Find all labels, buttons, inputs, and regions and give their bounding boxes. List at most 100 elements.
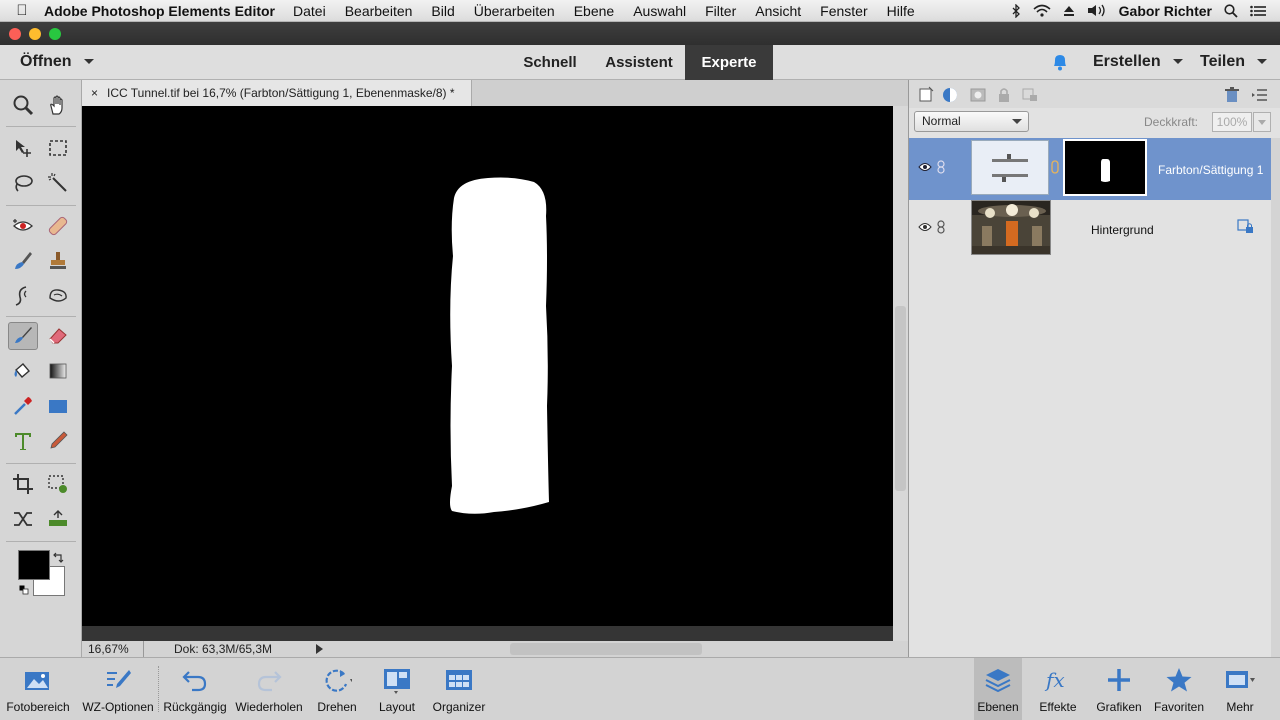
- shape-tool-icon[interactable]: [43, 392, 73, 420]
- search-icon[interactable]: [1224, 3, 1238, 18]
- mask-link-icon[interactable]: [1051, 160, 1059, 174]
- menu-ueberarbeiten[interactable]: Überarbeiten: [474, 3, 555, 19]
- horizontal-scrollbar-thumb[interactable]: [510, 643, 702, 655]
- content-aware-move-icon[interactable]: [8, 505, 38, 533]
- close-window-button[interactable]: [9, 28, 21, 40]
- photo-bin-button[interactable]: Fotobereich: [0, 658, 76, 720]
- opacity-dropdown-arrow[interactable]: [1253, 112, 1271, 132]
- layer-name[interactable]: Hintergrund: [1091, 223, 1154, 237]
- tab-assistent[interactable]: Assistent: [595, 45, 683, 80]
- effects-panel-button[interactable]: fx Effekte: [1034, 658, 1082, 720]
- layer-mask-thumbnail[interactable]: [1063, 139, 1147, 196]
- graphics-panel-button[interactable]: Grafiken: [1094, 658, 1144, 720]
- layers-panel-scrollbar[interactable]: [1271, 138, 1280, 657]
- zoom-window-button[interactable]: [49, 28, 61, 40]
- trash-icon[interactable]: [1223, 86, 1241, 104]
- bluetooth-icon[interactable]: [1011, 3, 1021, 18]
- background-thumbnail[interactable]: [971, 200, 1051, 255]
- share-button[interactable]: Teilen: [1200, 53, 1268, 71]
- image-canvas[interactable]: [82, 106, 893, 626]
- open-button[interactable]: Öffnen: [20, 53, 94, 71]
- notification-list-icon[interactable]: [1250, 5, 1266, 17]
- crop-tool-icon[interactable]: [8, 470, 38, 498]
- layer-row-adjustment[interactable]: Farbton/Sättigung 1: [909, 138, 1271, 200]
- undo-button[interactable]: Rückgängig: [160, 658, 230, 720]
- bell-icon[interactable]: [1050, 52, 1070, 72]
- pencil-tool-icon[interactable]: [43, 427, 73, 455]
- zoom-level[interactable]: 16,67%: [88, 641, 144, 657]
- favorites-panel-button[interactable]: Favoriten: [1150, 658, 1208, 720]
- redo-button[interactable]: Wiederholen: [231, 658, 307, 720]
- rotate-button[interactable]: Drehen: [308, 658, 366, 720]
- new-layer-icon[interactable]: [917, 86, 935, 104]
- close-icon[interactable]: ×: [91, 86, 98, 100]
- status-menu-arrow-icon[interactable]: [316, 644, 323, 654]
- swap-colors-icon[interactable]: [52, 552, 64, 564]
- layout-button[interactable]: Layout: [368, 658, 426, 720]
- tool-options-button[interactable]: WZ-Optionen: [78, 658, 158, 720]
- menu-bearbeiten[interactable]: Bearbeiten: [345, 3, 413, 19]
- eye-icon[interactable]: [918, 162, 932, 172]
- wifi-icon[interactable]: [1033, 4, 1051, 17]
- hand-tool-icon[interactable]: [43, 91, 73, 119]
- clone-stamp-icon[interactable]: [43, 247, 73, 275]
- default-colors-icon[interactable]: [19, 585, 29, 595]
- brush-tool-icon[interactable]: [8, 322, 38, 350]
- layers-panel-button[interactable]: Ebenen: [974, 658, 1022, 720]
- link-icon[interactable]: [936, 160, 946, 174]
- vertical-scrollbar-thumb[interactable]: [895, 306, 906, 491]
- gradient-tool-icon[interactable]: [43, 357, 73, 385]
- add-mask-icon[interactable]: [969, 86, 987, 104]
- recompose-tool-icon[interactable]: [43, 470, 73, 498]
- marquee-tool-icon[interactable]: [43, 134, 73, 162]
- apple-icon[interactable]: : [0, 2, 44, 19]
- eject-icon[interactable]: [1063, 5, 1075, 17]
- magic-wand-icon[interactable]: [43, 169, 73, 197]
- layer-name[interactable]: Farbton/Sättigung 1: [1158, 163, 1263, 177]
- menu-hilfe[interactable]: Hilfe: [887, 3, 915, 19]
- menu-datei[interactable]: Datei: [293, 3, 326, 19]
- tab-experte[interactable]: Experte: [685, 45, 773, 80]
- menu-bild[interactable]: Bild: [431, 3, 454, 19]
- document-tab[interactable]: × ICC Tunnel.tif bei 16,7% (Farbton/Sätti…: [82, 80, 472, 106]
- smart-brush-icon[interactable]: [8, 247, 38, 275]
- menu-filter[interactable]: Filter: [705, 3, 736, 19]
- user-name[interactable]: Gabor Richter: [1119, 3, 1212, 19]
- panel-menu-icon[interactable]: [1251, 86, 1269, 104]
- zoom-tool-icon[interactable]: [8, 91, 38, 119]
- foreground-color-swatch[interactable]: [18, 550, 50, 580]
- straighten-tool-icon[interactable]: [43, 505, 73, 533]
- create-button[interactable]: Erstellen: [1093, 53, 1183, 71]
- menu-ebene[interactable]: Ebene: [574, 3, 614, 19]
- app-menu[interactable]: Adobe Photoshop Elements Editor: [44, 3, 275, 19]
- adjustment-thumbnail[interactable]: [971, 140, 1049, 195]
- eyedropper-icon[interactable]: [8, 392, 38, 420]
- move-tool-icon[interactable]: [8, 134, 38, 162]
- adjustment-layer-icon[interactable]: [941, 86, 959, 104]
- spot-healing-icon[interactable]: [43, 212, 73, 240]
- volume-icon[interactable]: [1087, 4, 1107, 17]
- sponge-tool-icon[interactable]: [43, 282, 73, 310]
- eye-icon[interactable]: [918, 222, 932, 232]
- minimize-window-button[interactable]: [29, 28, 41, 40]
- vertical-scrollbar[interactable]: [893, 106, 908, 641]
- opacity-input[interactable]: 100%: [1212, 112, 1252, 132]
- organizer-button[interactable]: Organizer: [428, 658, 490, 720]
- red-eye-tool-icon[interactable]: [8, 212, 38, 240]
- more-panel-button[interactable]: Mehr: [1212, 658, 1268, 720]
- paint-bucket-icon[interactable]: [8, 357, 38, 385]
- lock-all-icon[interactable]: [995, 86, 1013, 104]
- layer-lock-icon[interactable]: [1237, 219, 1255, 235]
- blend-mode-select[interactable]: Normal: [914, 111, 1029, 132]
- menu-fenster[interactable]: Fenster: [820, 3, 867, 19]
- type-tool-icon[interactable]: [8, 427, 38, 455]
- blur-tool-icon[interactable]: [8, 282, 38, 310]
- menu-ansicht[interactable]: Ansicht: [755, 3, 801, 19]
- lock-transparency-icon[interactable]: [1021, 86, 1039, 104]
- link-icon[interactable]: [936, 220, 946, 234]
- layer-row-background[interactable]: Hintergrund: [909, 198, 1271, 260]
- tab-schnell[interactable]: Schnell: [510, 45, 590, 80]
- menu-auswahl[interactable]: Auswahl: [633, 3, 686, 19]
- lasso-tool-icon[interactable]: [8, 169, 38, 197]
- eraser-tool-icon[interactable]: [43, 322, 73, 350]
